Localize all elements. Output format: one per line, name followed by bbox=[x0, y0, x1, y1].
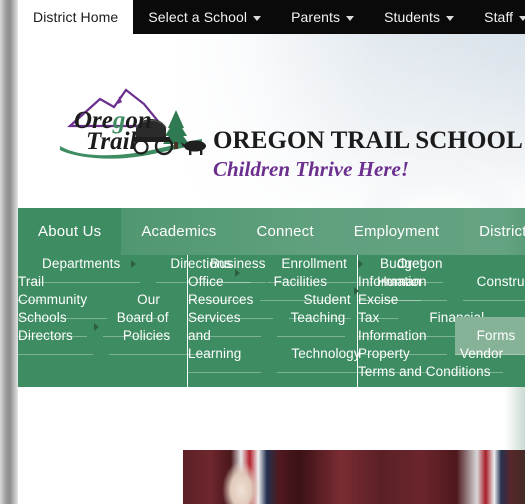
chevron-right-icon bbox=[234, 268, 240, 277]
about-us-column: Departments Directions Enrollment Oregon Tr… bbox=[18, 245, 443, 387]
main-nav-item-district-calendar[interactable]: District Calendar bbox=[459, 208, 525, 255]
menu-item-label: Technology bbox=[291, 346, 361, 361]
district-tagline: Children Thrive Here! bbox=[213, 157, 410, 182]
chevron-down-icon bbox=[519, 15, 525, 21]
utility-navigation-bar: District Home Select a School Parents Stude… bbox=[0, 0, 525, 34]
departments-column: Business Office Facilities Human Resources… bbox=[188, 245, 422, 387]
main-nav-item-label: District Calendar bbox=[479, 223, 525, 240]
chevron-down-icon bbox=[253, 15, 262, 21]
svg-text:Trail: Trail bbox=[86, 128, 137, 155]
utility-nav-item-label: Parents bbox=[291, 9, 341, 25]
utility-nav-list: District Home Select a School Parents Stude… bbox=[18, 0, 525, 34]
business-office-column: Budget InformationConstruction Excise Ta… bbox=[358, 245, 525, 391]
page-left-edge-shadow bbox=[0, 0, 18, 504]
chevron-down-icon bbox=[446, 15, 455, 21]
utility-nav-item-label: Students bbox=[384, 9, 441, 25]
menu-item-policies[interactable]: Policies bbox=[108, 317, 191, 355]
district-title: OREGON TRAIL SCHOOL DISTRICT bbox=[213, 127, 525, 154]
chevron-down-icon bbox=[346, 15, 355, 21]
main-nav-item-label: Employment bbox=[353, 223, 440, 240]
utility-nav-item-students[interactable]: Students bbox=[369, 0, 469, 34]
utility-nav-item-select-a-school[interactable]: Select a School bbox=[133, 0, 276, 34]
utility-nav-item-parents[interactable]: Parents bbox=[276, 0, 369, 34]
main-nav-item-label: Connect bbox=[256, 223, 314, 240]
site-header-banner: Oregon Trail OREGON TRAIL SCHOOL DISTRIC… bbox=[18, 34, 525, 208]
main-nav-item-label: About Us bbox=[38, 223, 102, 240]
page-root: Oregon Trail OREGON TRAIL SCHOOL DISTRIC… bbox=[0, 0, 525, 504]
utility-nav-item-label: Select a School bbox=[148, 9, 248, 25]
utility-nav-item-label: District Home bbox=[33, 9, 119, 25]
site-title-block: OREGON TRAIL SCHOOL DISTRICT Children Th… bbox=[213, 127, 525, 182]
menu-item-label: Policies bbox=[122, 328, 171, 343]
chevron-right-icon bbox=[93, 322, 99, 331]
oregon-trail-logo[interactable]: Oregon Trail bbox=[56, 84, 216, 162]
utility-nav-item-staff[interactable]: Staff bbox=[469, 0, 525, 34]
utility-nav-item-district-home[interactable]: District Home bbox=[18, 0, 134, 34]
utility-nav-item-label: Staff bbox=[484, 9, 514, 25]
oregon-trail-logo-icon: Oregon Trail bbox=[60, 88, 206, 159]
chevron-right-icon bbox=[131, 259, 137, 268]
about-us-mega-dropdown: Departments Directions Enrollment Oregon Tr… bbox=[18, 245, 525, 391]
menu-item-label: Departments bbox=[42, 256, 121, 271]
menu-item-departments[interactable]: Departments bbox=[28, 245, 141, 283]
main-nav-item-label: Academics bbox=[141, 223, 217, 240]
